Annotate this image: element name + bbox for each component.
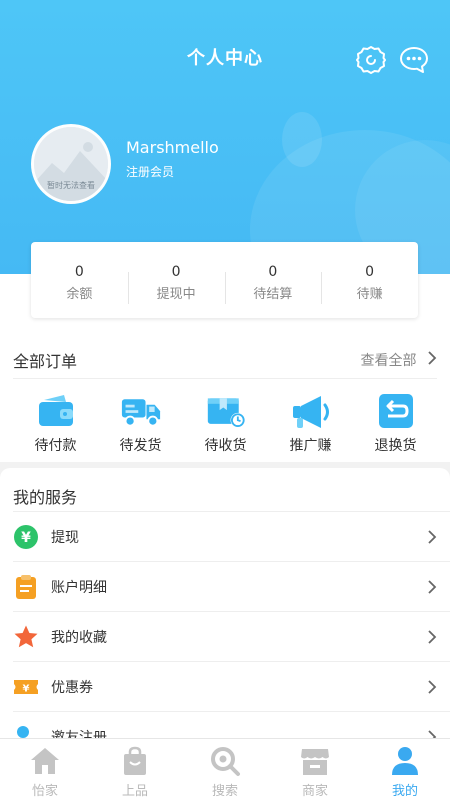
balance-stats-card: 0 余额 0 提现中 0 待结算 0 待赚 bbox=[31, 242, 418, 318]
avatar[interactable]: 暂时无法查看 bbox=[31, 124, 111, 204]
tab-label: 搜索 bbox=[211, 784, 238, 799]
header-decoration bbox=[282, 112, 322, 167]
chevron-right-icon bbox=[428, 530, 437, 544]
service-coupons[interactable]: ¥ 优惠券 bbox=[13, 661, 450, 711]
tab-label: 怡家 bbox=[31, 784, 58, 799]
tab-home[interactable]: 怡家 bbox=[0, 739, 90, 800]
stat-value: 0 bbox=[171, 264, 181, 280]
service-invite[interactable]: 邀友注册 bbox=[13, 711, 450, 738]
stat-balance[interactable]: 0 余额 bbox=[31, 242, 128, 318]
chat-icon bbox=[400, 47, 428, 73]
view-all-orders-link[interactable]: 查看全部 bbox=[361, 350, 437, 370]
stat-withdrawing[interactable]: 0 提现中 bbox=[127, 242, 225, 318]
avatar-caption: 暂时无法查看 bbox=[47, 181, 95, 190]
tab-search[interactable]: 搜索 bbox=[180, 739, 270, 800]
username: Marshmello bbox=[126, 138, 219, 157]
order-pending-shipment[interactable]: 待发货 bbox=[98, 394, 183, 455]
return-icon bbox=[378, 394, 413, 428]
order-item-label: 待收货 bbox=[204, 438, 247, 454]
tab-mine[interactable]: 我的 bbox=[360, 739, 450, 800]
store-icon bbox=[301, 749, 329, 775]
order-returns[interactable]: 退换货 bbox=[353, 394, 438, 455]
divider bbox=[13, 378, 437, 379]
stat-to-earn[interactable]: 0 待赚 bbox=[321, 242, 418, 318]
orders-header: 全部订单 查看全部 bbox=[13, 346, 437, 376]
profile-header: 个人中心 暂时无法查看 Marshmello 注册会员 bbox=[0, 0, 450, 274]
service-label: 邀友注册 bbox=[51, 730, 107, 738]
orders-title: 全部订单 bbox=[13, 352, 78, 371]
stat-value: 0 bbox=[268, 264, 278, 280]
chevron-right-icon bbox=[428, 730, 437, 738]
view-all-label: 查看全部 bbox=[360, 353, 417, 369]
order-item-label: 待发货 bbox=[119, 438, 162, 454]
truck-icon bbox=[121, 399, 160, 427]
svg-text:¥: ¥ bbox=[21, 530, 31, 546]
message-button[interactable] bbox=[398, 44, 430, 76]
chevron-right-icon bbox=[428, 351, 437, 365]
service-label: 提现 bbox=[51, 530, 79, 546]
invite-icon bbox=[17, 726, 29, 738]
order-promote-earn[interactable]: 推广赚 bbox=[268, 394, 353, 455]
tab-merchants[interactable]: 商家 bbox=[270, 739, 360, 800]
wallet-icon bbox=[38, 395, 73, 426]
member-level: 注册会员 bbox=[126, 165, 175, 179]
stat-label: 提现中 bbox=[156, 287, 196, 302]
bottom-tab-bar: 怡家 上品 搜索 商家 我的 bbox=[0, 738, 450, 800]
coupon-icon: ¥ bbox=[14, 680, 38, 695]
user-icon bbox=[392, 747, 418, 775]
chevron-right-icon bbox=[428, 580, 437, 594]
stat-label: 待赚 bbox=[356, 287, 383, 302]
order-item-label: 待付款 bbox=[34, 438, 77, 454]
stat-value: 0 bbox=[365, 264, 375, 280]
service-favorites[interactable]: 我的收藏 bbox=[13, 611, 450, 661]
home-icon bbox=[31, 748, 59, 774]
settings-button[interactable] bbox=[355, 44, 387, 76]
service-label: 账户明细 bbox=[51, 580, 107, 596]
yuan-circle-icon: ¥ bbox=[14, 525, 38, 549]
tab-label: 上品 bbox=[121, 784, 148, 799]
stat-value: 0 bbox=[74, 264, 84, 280]
service-list: ¥ 提现 账户明细 我的收藏 ¥ 优惠券 邀友注册 bbox=[0, 511, 450, 738]
tab-products[interactable]: 上品 bbox=[90, 739, 180, 800]
chevron-right-icon bbox=[428, 680, 437, 694]
order-item-label: 推广赚 bbox=[289, 438, 332, 454]
stat-label: 待结算 bbox=[253, 287, 293, 302]
svg-text:¥: ¥ bbox=[23, 684, 30, 695]
chevron-right-icon bbox=[428, 630, 437, 644]
shopping-bag-icon bbox=[124, 746, 146, 775]
services-title: 我的服务 bbox=[13, 488, 78, 507]
package-clock-icon bbox=[207, 398, 245, 428]
stat-label: 余额 bbox=[66, 287, 93, 302]
star-icon bbox=[14, 625, 38, 648]
service-label: 我的收藏 bbox=[51, 630, 107, 646]
megaphone-icon bbox=[292, 396, 329, 428]
tab-label: 我的 bbox=[391, 784, 418, 799]
service-account-details[interactable]: 账户明细 bbox=[13, 561, 450, 611]
order-status-list: 待付款 待发货 待收货 推广赚 退换货 bbox=[0, 394, 450, 455]
stat-pending-settlement[interactable]: 0 待结算 bbox=[224, 242, 322, 318]
search-icon bbox=[211, 747, 240, 776]
service-label: 优惠券 bbox=[51, 680, 93, 696]
services-section: 我的服务 ¥ 提现 账户明细 我的收藏 ¥ 优惠券 邀友注册 bbox=[0, 468, 450, 738]
service-withdraw[interactable]: ¥ 提现 bbox=[13, 511, 450, 561]
gear-icon bbox=[356, 46, 386, 74]
order-item-label: 退换货 bbox=[374, 438, 417, 454]
clipboard-icon bbox=[16, 575, 36, 599]
order-pending-receipt[interactable]: 待收货 bbox=[183, 394, 268, 455]
tab-label: 商家 bbox=[301, 784, 328, 799]
order-pending-payment[interactable]: 待付款 bbox=[13, 394, 98, 455]
